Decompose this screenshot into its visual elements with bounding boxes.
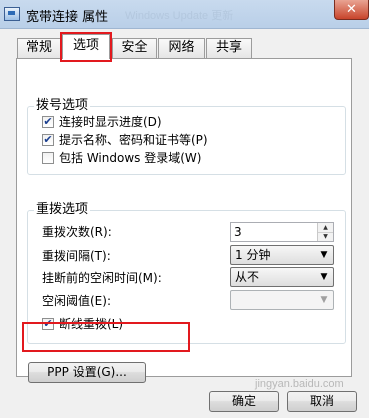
tab-sharing[interactable]: 共享: [206, 38, 252, 58]
spin-down-icon[interactable]: ▼: [318, 232, 333, 241]
close-button[interactable]: ✕: [334, 0, 369, 20]
ok-button[interactable]: 确定: [209, 391, 279, 412]
cancel-button[interactable]: 取消: [287, 391, 357, 412]
properties-dialog: 常规 选项 安全 网络 共享 拨号选项 ✔ 连接时显示进度(D) ✔ 提示名称、…: [0, 29, 369, 418]
checkbox-checked[interactable]: ✔: [42, 134, 54, 146]
watermark: jingyan.baidu.com: [255, 378, 344, 390]
tab-strip: 常规 选项 安全 网络 共享: [0, 29, 369, 61]
idle-threshold-label: 空闲阈值(E):: [42, 294, 111, 308]
title-bar[interactable]: 宽带连接 属性 Windows Update 更新 ✕: [0, 0, 369, 29]
checkbox-unchecked[interactable]: [42, 152, 54, 164]
close-icon: ✕: [346, 2, 357, 17]
options-panel: 拨号选项 ✔ 连接时显示进度(D) ✔ 提示名称、密码和证书等(P) 包括 Wi…: [16, 58, 352, 383]
tab-networking[interactable]: 网络: [158, 38, 205, 58]
idle-threshold-select: ▼: [230, 290, 334, 310]
redial-attempts-label: 重拨次数(R):: [42, 225, 112, 239]
chevron-down-icon[interactable]: ▼: [318, 270, 330, 284]
ppp-settings-button[interactable]: PPP 设置(G)...: [28, 362, 146, 383]
background-window-ghost-title: Windows Update 更新: [125, 10, 234, 22]
redial-options-legend: 重拨选项: [34, 202, 91, 218]
redial-attempts-spinner[interactable]: 3 ▲ ▼: [230, 222, 334, 242]
check-icon: ✔: [43, 133, 53, 146]
spinner-buttons[interactable]: ▲ ▼: [317, 223, 333, 241]
idle-hangup-select[interactable]: 从不 ▼: [230, 267, 334, 287]
network-connection-icon: [4, 7, 20, 21]
redial-interval-label: 重拨间隔(T):: [42, 249, 111, 263]
idle-hangup-label: 挂断前的空闲时间(M):: [42, 271, 162, 285]
check-icon: ✔: [43, 317, 53, 330]
window-title: 宽带连接 属性: [26, 10, 109, 25]
checkbox-checked[interactable]: ✔: [42, 116, 54, 128]
redial-attempts-value[interactable]: 3: [234, 224, 242, 240]
tab-options[interactable]: 选项: [62, 34, 110, 59]
chevron-down-icon[interactable]: ▼: [318, 248, 330, 262]
tab-security[interactable]: 安全: [112, 38, 157, 58]
check-icon: ✔: [43, 115, 53, 128]
chevron-down-icon: ▼: [320, 295, 328, 305]
redial-interval-select[interactable]: 1 分钟 ▼: [230, 245, 334, 265]
tab-general[interactable]: 常规: [17, 38, 61, 58]
checkbox-checked[interactable]: ✔: [42, 318, 54, 330]
dialing-options-legend: 拨号选项: [34, 98, 91, 114]
